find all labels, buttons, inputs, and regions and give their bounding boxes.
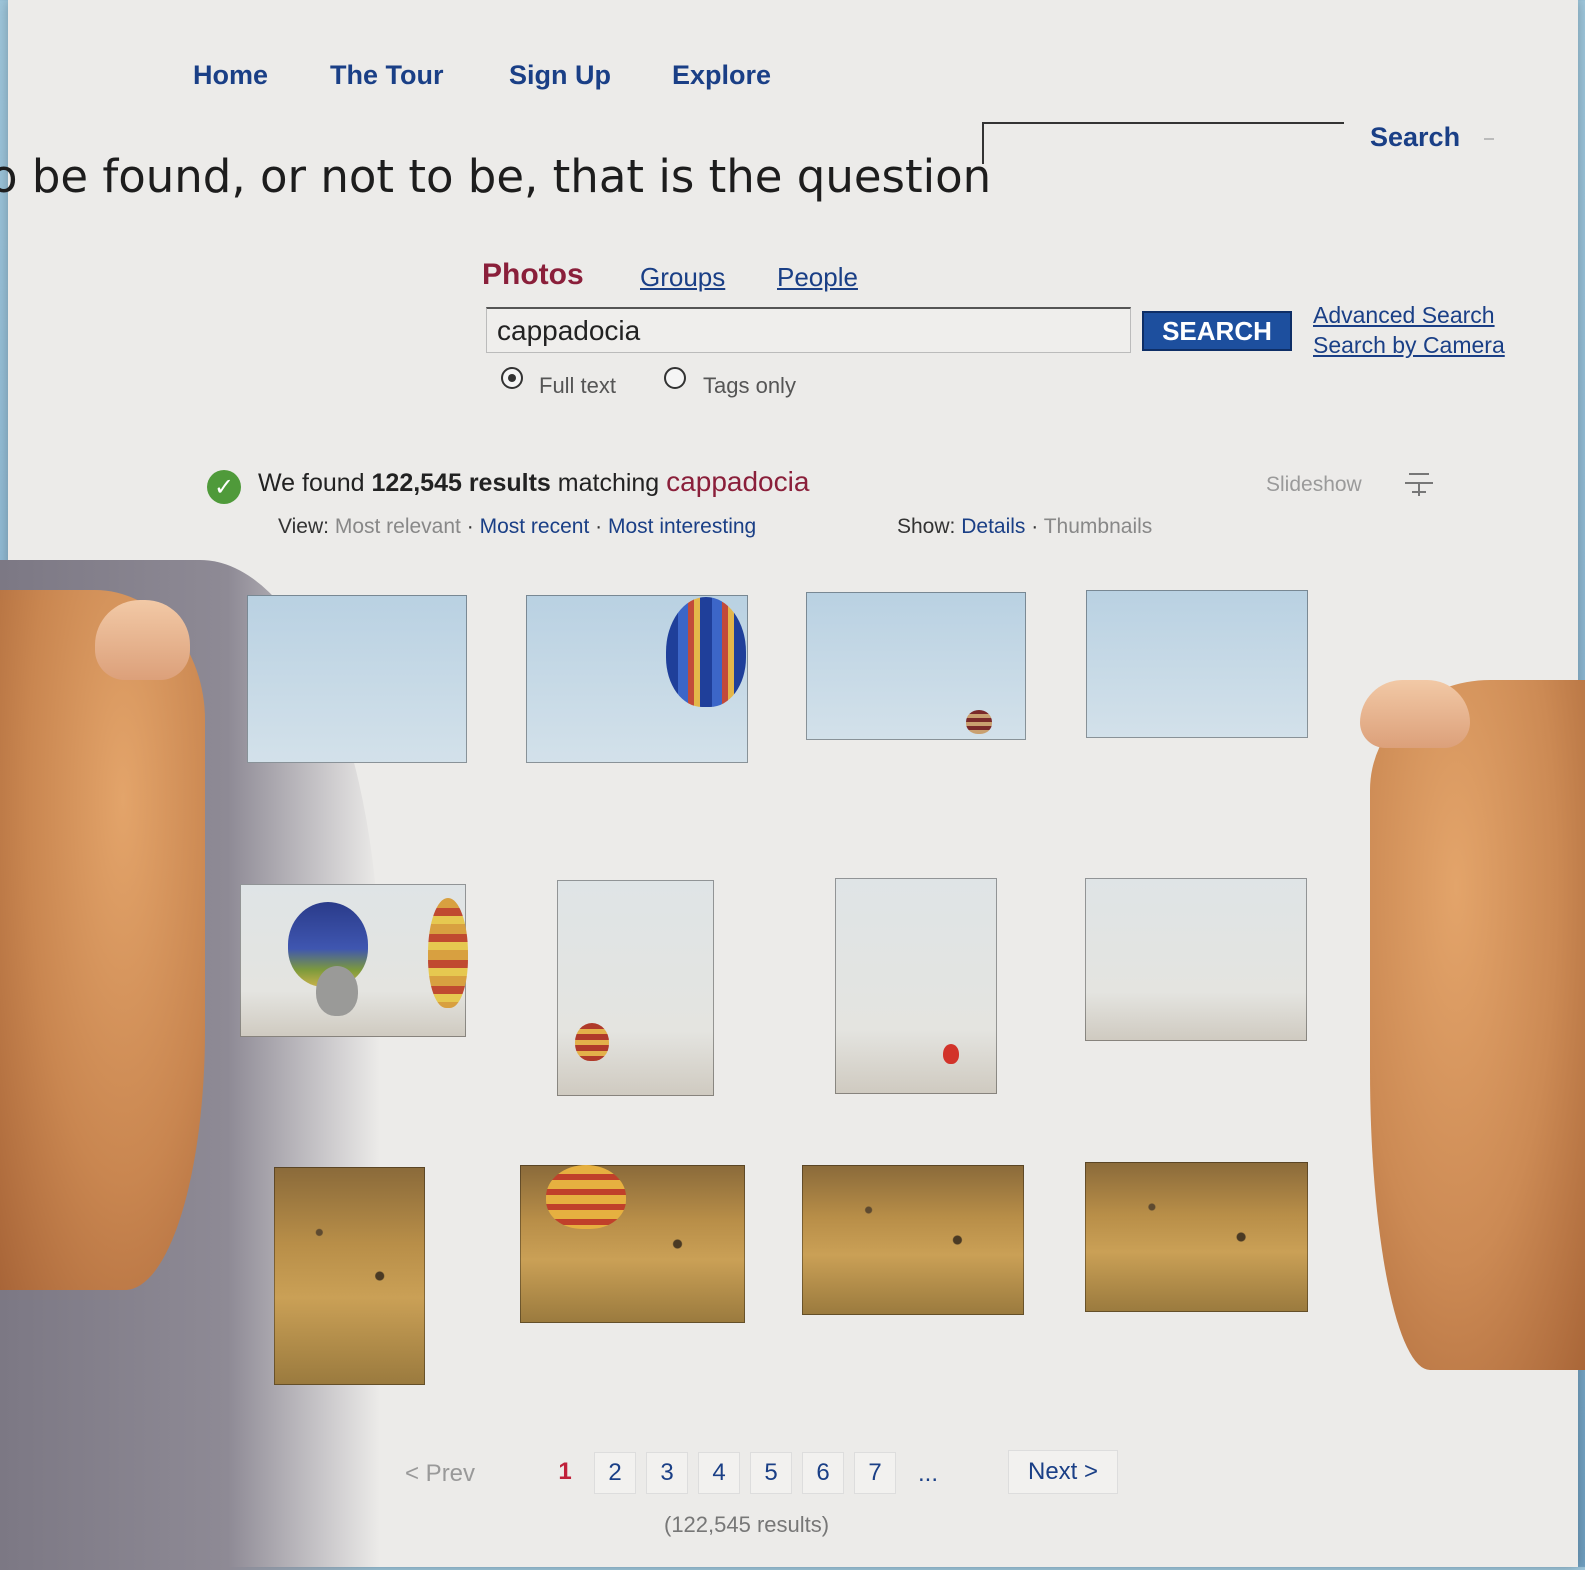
photo-thumbnail[interactable]: [835, 878, 997, 1094]
separator: ·: [1031, 515, 1039, 538]
top-search-button[interactable]: Search: [1370, 122, 1494, 153]
nav-tour[interactable]: The Tour: [330, 60, 443, 91]
show-options: Show: Details · Thumbnails: [897, 515, 1152, 539]
results-query: cappadocia: [666, 466, 810, 497]
photo-thumbnail[interactable]: [802, 1165, 1024, 1315]
full-text-radio[interactable]: [501, 367, 523, 389]
tab-groups[interactable]: Groups: [640, 262, 725, 293]
page-4[interactable]: 4: [698, 1452, 740, 1494]
separator: ·: [595, 515, 603, 538]
full-text-label: Full text: [539, 373, 617, 398]
tab-people[interactable]: People: [777, 262, 858, 293]
view-most-relevant: Most relevant: [334, 515, 461, 538]
slideshow-link[interactable]: Slideshow: [1266, 473, 1362, 497]
photo-thumbnail[interactable]: [1085, 878, 1307, 1041]
page-2[interactable]: 2: [594, 1452, 636, 1494]
balloon-image: [575, 1023, 609, 1061]
photo-thumbnail[interactable]: [526, 595, 748, 763]
nav-home[interactable]: Home: [193, 60, 268, 91]
page-1[interactable]: 1: [545, 1452, 585, 1492]
balloon-image: [943, 1044, 959, 1064]
photo-thumbnail[interactable]: [1085, 1162, 1308, 1312]
tab-photos[interactable]: Photos: [482, 258, 584, 292]
balloon-image: [316, 966, 358, 1016]
advanced-search-link[interactable]: Advanced Search: [1313, 302, 1495, 329]
prev-link[interactable]: < Prev: [405, 1460, 475, 1488]
total-results: (122,545 results): [664, 1512, 830, 1537]
show-details[interactable]: Details: [961, 515, 1025, 538]
tags-only-label: Tags only: [703, 373, 796, 398]
balloon-image: [666, 597, 746, 707]
photo-thumbnail[interactable]: [274, 1167, 425, 1385]
separator: ·: [466, 515, 474, 538]
balloon-image: [428, 898, 468, 1008]
check-icon: ✓: [207, 470, 241, 504]
photo-thumbnail[interactable]: [557, 880, 714, 1096]
view-label: View:: [278, 515, 329, 538]
photo-thumbnail[interactable]: [247, 595, 467, 763]
view-most-interesting[interactable]: Most interesting: [608, 515, 756, 538]
view-most-recent[interactable]: Most recent: [480, 515, 590, 538]
tags-only-radio[interactable]: [664, 367, 686, 389]
nav-signup[interactable]: Sign Up: [509, 60, 611, 91]
left-hand: [0, 590, 205, 1290]
photo-thumbnail[interactable]: [520, 1165, 745, 1323]
show-label: Show:: [897, 515, 956, 538]
nav-explore[interactable]: Explore: [672, 60, 771, 91]
balloon-image: [966, 710, 992, 734]
slideshow-icon[interactable]: [1403, 468, 1433, 498]
top-search-input[interactable]: [982, 122, 1344, 164]
results-matching: matching: [557, 469, 660, 497]
right-thumbnail-nail: [1360, 680, 1470, 748]
photo-thumbnail[interactable]: [1086, 590, 1308, 738]
left-thumbnail-nail: [95, 600, 190, 680]
tagline: o be found, or not to be, that is the qu…: [0, 150, 992, 203]
next-button[interactable]: Next >: [1008, 1450, 1118, 1494]
right-hand: [1370, 680, 1585, 1370]
results-count: 122,545 results: [371, 469, 551, 497]
results-summary: We found 122,545 results matching cappad…: [258, 466, 809, 498]
photo-thumbnail[interactable]: [806, 592, 1026, 740]
page-6[interactable]: 6: [802, 1452, 844, 1494]
view-options: View: Most relevant · Most recent · Most…: [278, 515, 756, 539]
search-by-camera-link[interactable]: Search by Camera: [1313, 332, 1505, 359]
search-button[interactable]: SEARCH: [1142, 311, 1292, 351]
show-thumbnails: Thumbnails: [1043, 515, 1153, 538]
results-prefix: We found: [258, 469, 365, 497]
search-input[interactable]: [486, 307, 1131, 353]
photo-thumbnail[interactable]: [240, 884, 468, 1037]
page-ellipsis: ...: [918, 1460, 939, 1487]
page-3[interactable]: 3: [646, 1452, 688, 1494]
balloon-image: [546, 1165, 626, 1229]
page-5[interactable]: 5: [750, 1452, 792, 1494]
page-7[interactable]: 7: [854, 1452, 896, 1494]
